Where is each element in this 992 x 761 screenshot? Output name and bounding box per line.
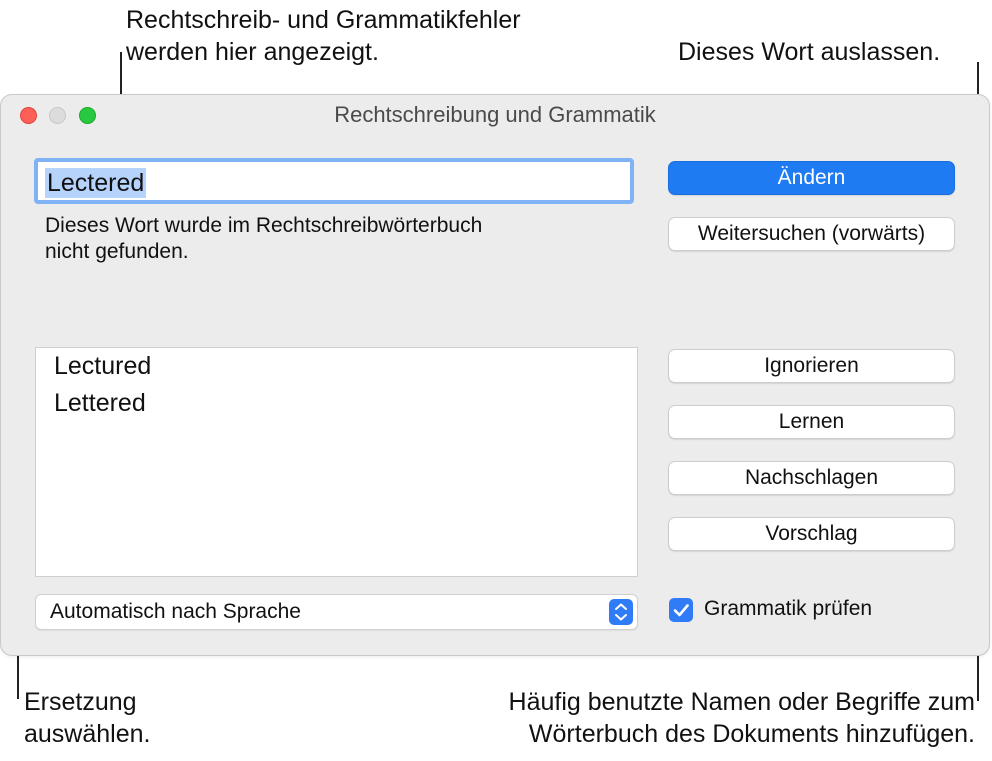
learn-button[interactable]: Lernen	[668, 405, 955, 439]
spelling-grammar-window: Rechtschreibung und Grammatik Lectered D…	[0, 94, 990, 656]
look-up-button[interactable]: Nachschlagen	[668, 461, 955, 495]
status-description-line2: nicht gefunden.	[45, 240, 189, 263]
callout-replacement-line2: auswählen.	[24, 720, 151, 748]
callout-errors-line1: Rechtschreib- und Grammatikfehler	[126, 6, 521, 34]
status-description-line1: Dieses Wort wurde im Rechtschreibwörterb…	[45, 214, 483, 237]
language-select-value: Automatisch nach Sprache	[50, 600, 301, 623]
ignore-button[interactable]: Ignorieren	[668, 349, 955, 383]
misspelled-word-text: Lectered	[45, 168, 147, 198]
title-bar[interactable]: Rechtschreibung und Grammatik	[1, 95, 989, 137]
find-next-button[interactable]: Weitersuchen (vorwärts)	[668, 217, 955, 251]
guess-button[interactable]: Vorschlag	[668, 517, 955, 551]
callout-learn-words: Häufig benutzte Namen oder Begriffe zum …	[509, 686, 975, 750]
grammar-checkbox[interactable]	[669, 598, 693, 622]
callout-replacement-line1: Ersetzung	[24, 688, 137, 716]
grammar-checkbox-label[interactable]: Grammatik prüfen	[704, 595, 872, 623]
suggestion-item[interactable]: Lettered	[54, 388, 146, 418]
callout-errors-shown: Rechtschreib- und Grammatikfehler werden…	[126, 4, 521, 68]
callout-learn-line1: Häufig benutzte Namen oder Begriffe zum	[508, 688, 975, 716]
suggestion-item[interactable]: Lectured	[54, 351, 151, 381]
callout-errors-line2: werden hier angezeigt.	[126, 38, 379, 66]
suggestions-list[interactable]: Lectured Lettered	[35, 347, 638, 577]
window-title: Rechtschreibung und Grammatik	[334, 102, 656, 127]
change-button[interactable]: Ändern	[668, 161, 955, 195]
callout-ignore-word: Dieses Wort auslassen.	[678, 38, 941, 66]
status-description: Dieses Wort wurde im Rechtschreibwörterb…	[45, 213, 482, 265]
select-stepper-icon	[609, 599, 633, 625]
callout-learn-line2: Wörterbuch des Dokuments hinzufügen.	[528, 720, 975, 748]
language-select[interactable]: Automatisch nach Sprache	[35, 594, 638, 630]
misspelled-word-field[interactable]: Lectered	[34, 158, 634, 204]
checkmark-icon	[673, 604, 689, 617]
callout-choose-replacement: Ersetzung auswählen.	[24, 686, 150, 750]
